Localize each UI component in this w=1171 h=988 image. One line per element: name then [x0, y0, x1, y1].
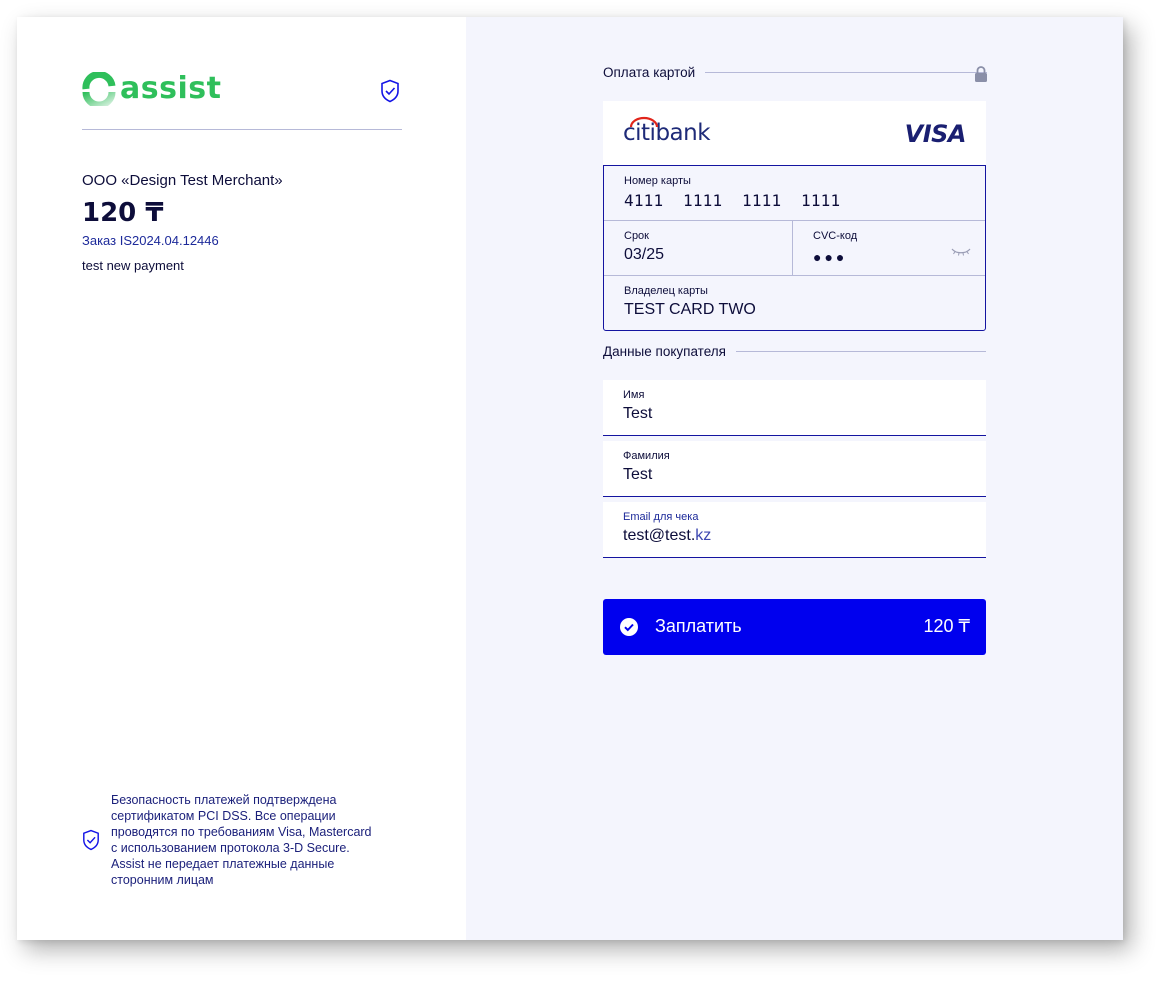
card-holder-field[interactable]: Владелец карты TEST CARD TWO: [604, 276, 985, 331]
merchant-name: ООО «Design Test Merchant»: [82, 172, 283, 189]
card-fields-group: Номер карты 4111 1111 1111 1111 Срок 03/…: [603, 165, 986, 331]
assist-logo: assist: [82, 71, 221, 107]
divider: [82, 129, 402, 130]
order-number: Заказ IS2024.04.12446: [82, 233, 219, 248]
email-value[interactable]: test@test.kz: [623, 527, 711, 545]
lock-icon: [975, 66, 987, 82]
security-notice: Безопасность платежей подтверждена серти…: [82, 792, 412, 888]
assist-logo-icon: [82, 72, 116, 106]
buyer-section-header: Данные покупателя: [603, 344, 986, 359]
email-domain-suffix: kz: [695, 527, 712, 544]
holder-row: Владелец карты TEST CARD TWO: [604, 276, 985, 331]
shield-check-icon: [381, 79, 399, 103]
payment-form-panel: Оплата картой citibank VISA Номер карты …: [466, 17, 1123, 940]
pay-button-amount: 120 ₸: [923, 616, 971, 636]
card-number-row: Номер карты 4111 1111 1111 1111: [604, 166, 985, 221]
last-name-label: Фамилия: [623, 450, 670, 462]
bank-arc-icon: [629, 116, 659, 128]
card-holder-value[interactable]: TEST CARD TWO: [624, 301, 756, 319]
card-number-field[interactable]: Номер карты 4111 1111 1111 1111: [604, 166, 985, 220]
email-label: Email для чека: [623, 511, 699, 523]
card-holder-label: Владелец карты: [624, 285, 708, 297]
visa-logo: VISA: [904, 120, 967, 148]
card-section-header: Оплата картой: [603, 65, 987, 80]
order-amount: 120 ₸: [82, 198, 164, 228]
payment-window: assist ООО «Design Test Merchant» 120 ₸ …: [17, 17, 1123, 940]
shield-check-icon: [83, 829, 99, 851]
first-name-label: Имя: [623, 389, 645, 401]
order-description: test new payment: [82, 258, 184, 273]
pay-button-label: Заплатить: [655, 616, 742, 636]
divider: [735, 351, 986, 352]
expiry-field[interactable]: Срок 03/25: [604, 221, 793, 275]
eye-closed-icon[interactable]: [951, 247, 971, 257]
order-summary-panel: assist ООО «Design Test Merchant» 120 ₸ …: [17, 17, 466, 940]
security-text: Безопасность платежей подтверждена серти…: [111, 793, 372, 887]
last-name-field[interactable]: Фамилия Test: [603, 441, 986, 497]
buyer-section-title: Данные покупателя: [603, 344, 726, 359]
card-number-label: Номер карты: [624, 175, 691, 187]
email-local-part: test@test.: [623, 527, 696, 544]
expiry-label: Срок: [624, 230, 649, 242]
email-field[interactable]: Email для чека test@test.kz: [603, 502, 986, 558]
first-name-value[interactable]: Test: [623, 405, 652, 423]
pay-button[interactable]: Заплатить 120 ₸: [603, 599, 986, 655]
expiry-cvc-row: Срок 03/25 CVC-код ●●●: [604, 221, 985, 276]
card-brand-bar: citibank VISA: [603, 101, 986, 165]
expiry-value[interactable]: 03/25: [624, 246, 664, 264]
check-circle-icon: [620, 618, 638, 636]
bank-logo: citibank: [623, 116, 711, 146]
cvc-label: CVC-код: [813, 230, 858, 242]
logo-wordmark: assist: [120, 71, 222, 106]
card-section-title: Оплата картой: [603, 65, 696, 80]
divider: [705, 72, 987, 73]
last-name-value[interactable]: Test: [623, 466, 652, 484]
first-name-field[interactable]: Имя Test: [603, 380, 986, 436]
cvc-value[interactable]: ●●●: [813, 249, 847, 265]
card-number-value[interactable]: 4111 1111 1111 1111: [624, 191, 840, 210]
cvc-field[interactable]: CVC-код ●●●: [793, 221, 985, 275]
